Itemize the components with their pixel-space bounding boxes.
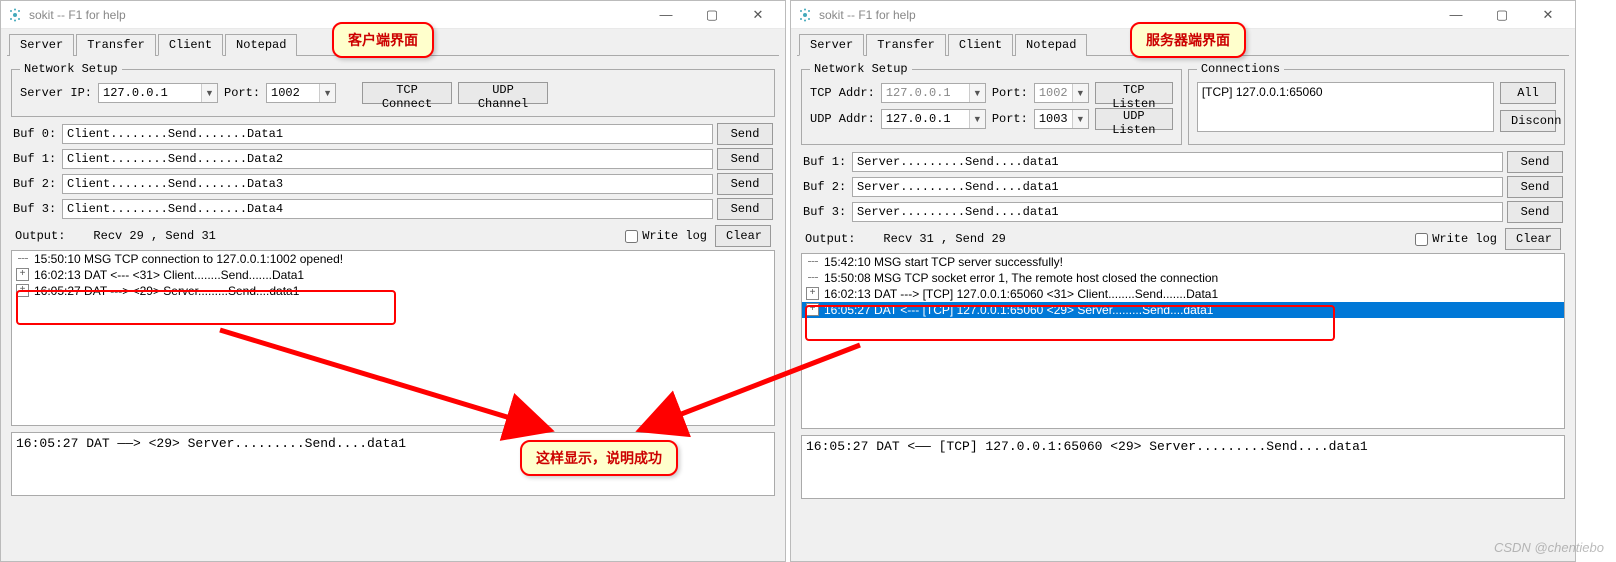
buf-row-1: Buf 1: Send [801,151,1565,173]
app-icon [797,7,813,23]
server-window: sokit -- F1 for help — ▢ ✕ Server Transf… [790,0,1576,562]
buf-label: Buf 1: [13,152,58,166]
chevron-down-icon[interactable]: ▼ [201,84,217,102]
chevron-down-icon[interactable]: ▼ [969,110,985,128]
buf-label: Buf 2: [803,180,848,194]
chevron-down-icon[interactable]: ▼ [1072,110,1088,128]
buf-row-0: Buf 0: Send [11,123,775,145]
port-label: Port: [992,112,1028,126]
log-line[interactable]: 16:02:13 DAT ---> [TCP] 127.0.0.1:65060 … [802,286,1564,302]
chevron-down-icon[interactable]: ▼ [319,84,335,102]
connections-legend: Connections [1197,62,1284,76]
log-line[interactable]: 16:02:13 DAT <--- <31> Client........Sen… [12,267,774,283]
server-ip-label: Server IP: [20,86,92,100]
minimize-button[interactable]: — [1433,2,1479,28]
log-line: 15:42:10 MSG start TCP server successful… [802,254,1564,270]
buf-input[interactable] [62,174,713,194]
send-button[interactable]: Send [717,198,773,220]
callout-client: 客户端界面 [332,22,434,58]
send-button[interactable]: Send [1507,201,1563,223]
buf-label: Buf 2: [13,177,58,191]
buf-input[interactable] [62,124,713,144]
tab-transfer[interactable]: Transfer [866,34,946,56]
network-setup-group: Network Setup TCP Addr: ▼ Port: ▼ TCP Li… [801,62,1182,145]
chevron-down-icon: ▼ [969,84,985,102]
connections-group: Connections [TCP] 127.0.0.1:65060 All Di… [1188,62,1565,145]
output-row: Output: Recv 29 , Send 31 Write log Clea… [11,223,775,250]
watermark: CSDN @chentiebo [1494,540,1604,555]
udp-listen-button[interactable]: UDP Listen [1095,108,1173,130]
chevron-down-icon: ▼ [1072,84,1088,102]
app-icon [7,7,23,23]
output-row: Output: Recv 31 , Send 29 Write log Clea… [801,226,1565,253]
close-button[interactable]: ✕ [735,2,781,28]
buf-label: Buf 3: [13,202,58,216]
tab-client[interactable]: Client [158,34,223,56]
port-label: Port: [992,86,1028,100]
window-title: sokit -- F1 for help [819,8,1433,22]
udp-channel-button[interactable]: UDP Channel [458,82,548,104]
output-label: Output: [805,232,855,246]
tcp-connect-button[interactable]: TCP Connect [362,82,452,104]
buf-label: Buf 0: [13,127,58,141]
detail-output[interactable]: 16:05:27 DAT <—— [TCP] 127.0.0.1:65060 <… [801,435,1565,499]
server-ip-input[interactable] [98,83,218,103]
tcp-addr-label: TCP Addr: [810,86,875,100]
maximize-button[interactable]: ▢ [1479,2,1525,28]
write-log-checkbox[interactable]: Write log [625,229,707,243]
buf-label: Buf 3: [803,205,848,219]
tab-notepad[interactable]: Notepad [225,34,297,56]
buf-label: Buf 1: [803,155,848,169]
clear-button[interactable]: Clear [1505,228,1561,250]
log-output[interactable]: 15:42:10 MSG start TCP server successful… [801,253,1565,429]
buf-row-3: Buf 3: Send [801,201,1565,223]
log-output[interactable]: 15:50:10 MSG TCP connection to 127.0.0.1… [11,250,775,426]
send-button[interactable]: Send [1507,151,1563,173]
tcp-listen-button[interactable]: TCP Listen [1095,82,1173,104]
buf-row-1: Buf 1: Send [11,148,775,170]
connection-item[interactable]: [TCP] 127.0.0.1:65060 [1202,85,1489,99]
network-setup-group: Network Setup Server IP: ▼ Port: ▼ TCP C… [11,62,775,117]
udp-addr-label: UDP Addr: [810,112,875,126]
send-button[interactable]: Send [717,173,773,195]
clear-button[interactable]: Clear [715,225,771,247]
write-log-checkbox[interactable]: Write log [1415,232,1497,246]
network-setup-legend: Network Setup [20,62,122,76]
window-title: sokit -- F1 for help [29,8,643,22]
close-button[interactable]: ✕ [1525,2,1571,28]
client-window: sokit -- F1 for help — ▢ ✕ Server Transf… [0,0,786,562]
tab-server[interactable]: Server [799,34,864,56]
send-button[interactable]: Send [717,123,773,145]
disconn-button[interactable]: Disconn [1500,110,1556,132]
connections-list[interactable]: [TCP] 127.0.0.1:65060 [1197,82,1494,132]
tab-client[interactable]: Client [948,34,1013,56]
buf-input[interactable] [62,199,713,219]
output-info: Recv 29 , Send 31 [93,229,215,243]
callout-server: 服务器端界面 [1130,22,1246,58]
output-label: Output: [15,229,65,243]
network-setup-legend: Network Setup [810,62,912,76]
send-button[interactable]: Send [1507,176,1563,198]
tab-transfer[interactable]: Transfer [76,34,156,56]
tab-notepad[interactable]: Notepad [1015,34,1087,56]
log-line: 15:50:08 MSG TCP socket error 1, The rem… [802,270,1564,286]
log-line: 15:50:10 MSG TCP connection to 127.0.0.1… [12,251,774,267]
buf-row-3: Buf 3: Send [11,198,775,220]
send-button[interactable]: Send [717,148,773,170]
buf-input[interactable] [62,149,713,169]
all-button[interactable]: All [1500,82,1556,104]
output-info: Recv 31 , Send 29 [883,232,1005,246]
buf-row-2: Buf 2: Send [11,173,775,195]
buf-input[interactable] [852,177,1503,197]
tab-server[interactable]: Server [9,34,74,56]
buf-row-2: Buf 2: Send [801,176,1565,198]
port-label: Port: [224,86,260,100]
minimize-button[interactable]: — [643,2,689,28]
buf-input[interactable] [852,152,1503,172]
log-line[interactable]: 16:05:27 DAT ---> <29> Server.........Se… [12,283,774,299]
maximize-button[interactable]: ▢ [689,2,735,28]
buf-input[interactable] [852,202,1503,222]
callout-success: 这样显示，说明成功 [520,440,678,476]
log-line[interactable]: 16:05:27 DAT <--- [TCP] 127.0.0.1:65060 … [802,302,1564,318]
